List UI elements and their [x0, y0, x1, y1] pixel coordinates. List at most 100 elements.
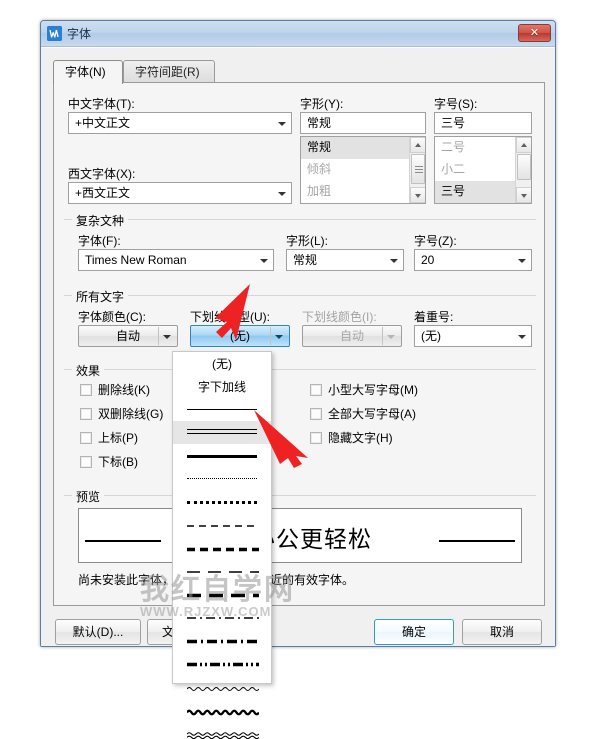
scroll-down-arrow-icon[interactable] — [516, 187, 531, 203]
checkbox-icon — [80, 384, 92, 396]
cs-font-label: 字体(F): — [78, 234, 121, 248]
underline-fine-dashed-option[interactable] — [173, 513, 271, 536]
option-label: (无) — [212, 357, 232, 371]
fine-dashed-line-icon — [187, 524, 259, 528]
scroll-up-arrow-icon[interactable] — [410, 137, 425, 153]
font-style-value-box[interactable]: 常规 — [300, 112, 426, 134]
thick-dash-dot-line-icon — [187, 639, 259, 644]
western-font-value: +西文正文 — [75, 186, 131, 200]
emphasis-mark-combo[interactable]: (无) — [414, 325, 532, 347]
cs-font-value: Times New Roman — [85, 253, 187, 267]
group-divider — [64, 219, 536, 220]
underline-thick-long-dash-option[interactable] — [173, 582, 271, 605]
checkbox-strikethrough[interactable]: 删除线(K) — [80, 381, 150, 398]
chevron-down-icon — [278, 122, 286, 126]
thick-long-dash-line-icon — [187, 593, 259, 598]
font-size-value-box[interactable]: 三号 — [434, 112, 532, 134]
underline-dash-dot-dot-option[interactable] — [173, 651, 271, 674]
cs-size-combo[interactable]: 20 — [414, 249, 532, 271]
underline-thick-wave-option[interactable] — [173, 697, 271, 720]
scrollbar-thumb[interactable] — [411, 154, 425, 184]
preview-sample-text: 让办公更轻松 — [228, 526, 372, 552]
checkbox-icon — [80, 456, 92, 468]
thick-line-icon — [187, 455, 257, 458]
fine-long-dash-line-icon — [187, 570, 259, 574]
scrollbar-thumb[interactable] — [517, 154, 531, 180]
fine-dotted-line-icon — [187, 478, 257, 479]
font-style-scrollbar[interactable] — [409, 137, 425, 203]
complex-script-group-title: 复杂文种 — [72, 212, 129, 229]
dialog-title: 字体 — [67, 27, 92, 41]
underline-fine-dotted-option[interactable] — [173, 467, 271, 490]
scroll-up-arrow-icon[interactable] — [516, 137, 531, 153]
checkbox-subscript[interactable]: 下标(B) — [80, 453, 138, 470]
underline-fine-long-dash-option[interactable] — [173, 559, 271, 582]
list-item[interactable]: 倾斜 — [301, 159, 425, 181]
ok-button[interactable]: 确定 — [374, 619, 454, 645]
font-style-label: 字形(Y): — [300, 97, 344, 111]
group-divider — [64, 495, 536, 496]
underline-double-line-option[interactable] — [173, 421, 271, 444]
checkbox-small-caps[interactable]: 小型大写字母(M) — [310, 381, 418, 398]
checkbox-all-caps[interactable]: 全部大写字母(A) — [310, 405, 416, 422]
font-color-value: 自动 — [115, 329, 140, 343]
checkbox-double-strikethrough[interactable]: 双删除线(G) — [80, 405, 163, 422]
font-size-label: 字号(S): — [434, 97, 478, 111]
chevron-down-icon — [260, 259, 268, 263]
group-divider — [64, 369, 536, 370]
checkbox-hidden-text[interactable]: 隐藏文字(H) — [310, 429, 393, 446]
underline-option-none[interactable]: (无) — [173, 352, 271, 375]
cs-style-combo[interactable]: 常规 — [286, 249, 404, 271]
checkbox-icon — [80, 432, 92, 444]
screenshot-root: 字体 ✕ 字体(N) 字符间距(R) 中文字体(T): +中文正文 西文字体(X… — [0, 0, 593, 739]
underline-thick-dashed-option[interactable] — [173, 536, 271, 559]
underline-style-dropdown-button[interactable]: (无) — [190, 325, 290, 347]
single-line-icon — [187, 409, 257, 410]
font-style-listbox[interactable]: 常规 倾斜 加粗 — [300, 136, 426, 204]
western-font-combo[interactable]: +西文正文 — [68, 182, 292, 204]
group-divider — [64, 295, 536, 296]
chinese-font-combo[interactable]: +中文正文 — [68, 112, 292, 134]
underline-fine-wave-option[interactable] — [173, 674, 271, 697]
tab-font[interactable]: 字体(N) — [53, 60, 123, 84]
default-button[interactable]: 默认(D)... — [55, 619, 141, 645]
dash-dot-dot-line-icon — [187, 662, 259, 667]
underline-style-dropdown-list[interactable]: (无) 字下加线 — [172, 351, 272, 739]
list-item[interactable]: 加粗 — [301, 181, 425, 203]
fine-dash-dot-line-icon — [187, 616, 259, 620]
underline-single-line-option[interactable] — [173, 398, 271, 421]
emphasis-mark-label: 着重号: — [414, 310, 454, 324]
chevron-down-icon — [518, 335, 526, 339]
font-size-listbox[interactable]: 二号 小二 三号 — [434, 136, 532, 204]
chevron-down-icon — [278, 192, 286, 196]
checkbox-label: 双删除线(G) — [98, 407, 164, 421]
chevron-down-icon — [275, 335, 283, 339]
preview-underline-left — [85, 540, 161, 542]
checkbox-label: 删除线(K) — [98, 383, 150, 397]
underline-thick-line-option[interactable] — [173, 444, 271, 467]
scroll-down-arrow-icon[interactable] — [410, 187, 425, 203]
underline-thick-dash-dot-option[interactable] — [173, 628, 271, 651]
chinese-font-label: 中文字体(T): — [68, 97, 135, 111]
chevron-down-icon — [163, 335, 171, 339]
underline-fine-dash-dot-option[interactable] — [173, 605, 271, 628]
checkbox-superscript[interactable]: 上标(P) — [80, 429, 138, 446]
cancel-button[interactable]: 取消 — [462, 619, 542, 645]
font-color-button[interactable]: 自动 — [78, 325, 178, 347]
preview-underline-right — [439, 540, 515, 542]
underline-option-words-only[interactable]: 字下加线 — [173, 375, 271, 398]
font-size-scrollbar[interactable] — [515, 137, 531, 203]
underline-double-wave-option[interactable] — [173, 720, 271, 739]
list-item[interactable]: 常规 — [301, 137, 425, 159]
cs-font-combo[interactable]: Times New Roman — [78, 249, 274, 271]
tab-character-spacing[interactable]: 字符间距(R) — [123, 60, 215, 83]
fine-wave-line-icon — [187, 685, 259, 693]
preview-box: 让办公更轻松 — [78, 508, 522, 563]
double-wave-line-icon — [187, 731, 259, 739]
underline-thick-dotted-option[interactable] — [173, 490, 271, 513]
all-text-group-title: 所有文字 — [72, 288, 129, 305]
underline-color-label: 下划线颜色(I): — [302, 310, 377, 324]
chevron-down-icon — [390, 259, 398, 263]
close-button[interactable]: ✕ — [518, 24, 551, 42]
checkbox-icon — [310, 408, 322, 420]
